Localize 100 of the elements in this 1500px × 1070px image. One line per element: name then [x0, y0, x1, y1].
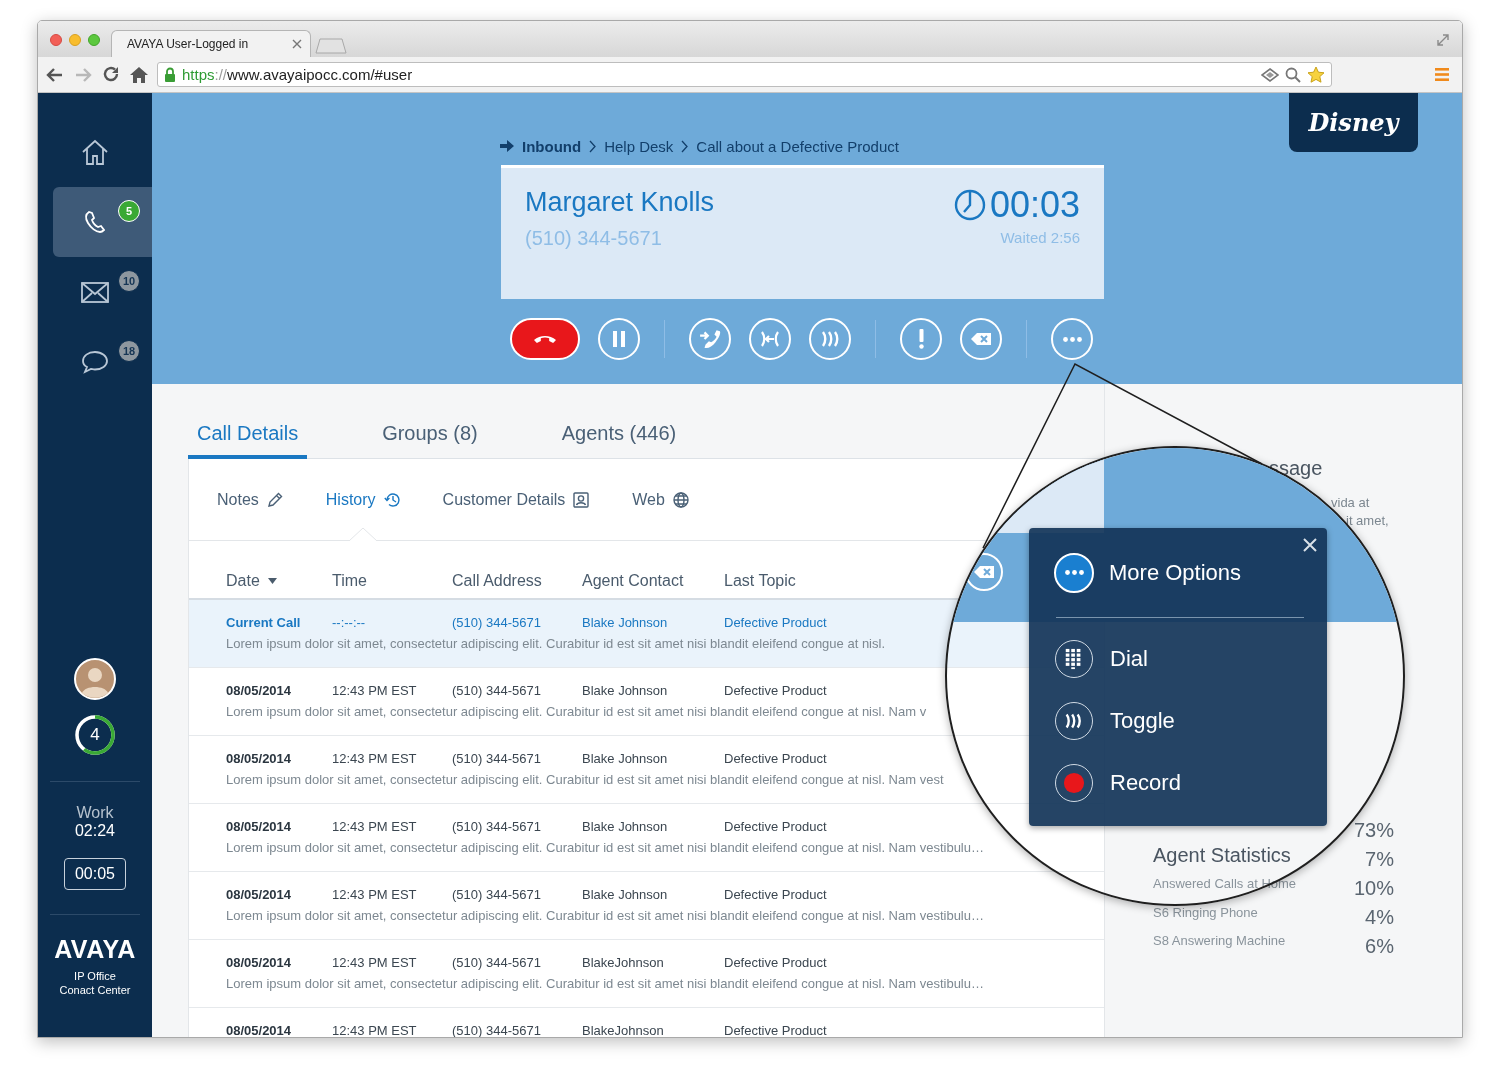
call-note: Lorem ipsum dolor sit amet, consectetur adipiscing elit. Curabitur id est sit amet nisi blandit eleifend congue at nisl. Nam v: [226, 704, 927, 719]
date-cell-text: 08/05/2014: [226, 750, 293, 768]
count-badge: 5: [118, 200, 140, 222]
topic-cell: Defective Product: [724, 614, 827, 632]
column-header[interactable]: Last Topic: [724, 571, 796, 591]
message-text: it amet,: [1346, 512, 1389, 530]
breadcrumb-link[interactable]: Inbound: [522, 137, 582, 155]
stats-title: Agent Statistics: [1153, 843, 1291, 868]
zoom-window-button[interactable]: [88, 34, 100, 46]
nav-item[interactable]: 18: [53, 327, 152, 397]
sub-tab[interactable]: History: [325, 459, 401, 540]
product-name: Conact Center: [59, 983, 131, 997]
status-time: 02:24: [74, 822, 115, 840]
date-cell-text: 08/05/2014: [226, 886, 293, 904]
more-button[interactable]: [1054, 552, 1094, 593]
column-header[interactable]: Time: [332, 571, 452, 591]
breadcrumb-link[interactable]: Call about a Defective Product: [696, 137, 899, 155]
close-icon: [292, 39, 302, 49]
column-header[interactable]: Date: [226, 571, 332, 591]
minimize-window-button[interactable]: [69, 34, 81, 46]
column-header[interactable]: Agent Contact: [582, 571, 724, 591]
history-icon: [382, 490, 401, 509]
stat-label: S8 Answering Machine: [1153, 932, 1286, 950]
call-note: Lorem ipsum dolor sit amet, consectetur adipiscing elit. Curabitur id est sit amet nisi blandit eleifend congue at nisl. Nam vestibulu…: [226, 840, 984, 855]
phone-icon: [534, 334, 556, 344]
queue-count: 4: [90, 725, 100, 745]
globe-icon: [671, 490, 690, 509]
nav-item[interactable]: 10: [53, 257, 152, 327]
toggle-button[interactable]: [809, 318, 851, 360]
topic-cell: Defective Product: [724, 750, 827, 768]
address-field[interactable]: https://www.avayaipocc.com/#user: [157, 62, 1332, 87]
alert-button[interactable]: [900, 318, 942, 360]
sub-tab[interactable]: Web: [632, 459, 690, 540]
call-note: Lorem ipsum dolor sit amet, consectetur adipiscing elit. Curabitur id est sit amet nisi blandit eleifend congue at nisl. Nam vestibulu…: [226, 908, 984, 923]
date-cell-text: 08/05/2014: [226, 818, 293, 836]
address-cell-text: (510) 344-5671: [452, 886, 542, 904]
tab[interactable]: Groups (8): [373, 421, 487, 459]
arrow-icon: [500, 140, 514, 152]
time-cell-text: 12:43 PM EST: [332, 818, 418, 836]
topic-cell: Defective Product: [724, 818, 827, 836]
tag-x-icon: [974, 566, 994, 578]
date-cell-text: Current Call: [226, 614, 302, 632]
stat-label: S6 Ringing Phone: [1153, 903, 1258, 922]
stat-percentage: 73%: [1353, 818, 1394, 843]
close-icon: [1303, 538, 1317, 552]
date-cell-text: 08/05/2014: [226, 1022, 293, 1037]
sub-tab[interactable]: Notes: [217, 459, 284, 540]
browser-tab[interactable]: AVAYA User-Logged in: [111, 30, 311, 57]
time-cell-text: 12:43 PM EST: [332, 750, 418, 768]
topic-cell: Defective Product: [724, 954, 827, 972]
breadcrumb-link[interactable]: Help Desk: [604, 137, 674, 155]
hold-button[interactable]: [598, 318, 640, 360]
call-note: Lorem ipsum dolor sit amet, consectetur adipiscing elit. Curabitur id est sit amet nisi blandit eleifend congue at nisl. Nam vestibulu…: [226, 976, 984, 991]
more-icon: [1062, 336, 1082, 342]
merge-icon: [760, 331, 780, 347]
chevron-icon: [589, 139, 597, 153]
stat-percentage: 7%: [1365, 847, 1394, 872]
topic-cell: Defective Product: [724, 682, 827, 700]
status-label: Work: [76, 804, 114, 822]
conference-button[interactable]: [749, 318, 791, 360]
layers-icon: [1261, 67, 1279, 82]
home-icon: [80, 137, 110, 167]
lock-icon: [164, 67, 176, 82]
hang-up-button[interactable]: [510, 318, 580, 360]
record-icon: [1063, 772, 1085, 794]
tag-x-icon: [971, 333, 991, 345]
sub-tab[interactable]: Customer Details: [442, 459, 591, 540]
waves-icon: [821, 331, 839, 347]
count-badge: 18: [118, 340, 140, 362]
wait-time: Waited 2:56: [1000, 229, 1080, 246]
call-duration: 00:03: [989, 185, 1080, 225]
timer-icon: [953, 189, 986, 221]
tab[interactable]: Agents (446): [552, 421, 686, 459]
agent-cell-text: Blake Johnson: [582, 682, 669, 700]
client-logo-badge: Disney: [1289, 93, 1418, 152]
stat-percentage: 6%: [1365, 934, 1394, 959]
brand-logo: AVAYA: [54, 935, 136, 963]
count-badge: 10: [118, 270, 140, 292]
time-cell-text: 12:43 PM EST: [332, 886, 418, 904]
agent-cell-text: Blake Johnson: [582, 886, 669, 904]
contact-card-icon: [572, 490, 591, 509]
pause-icon: [613, 331, 625, 347]
address-cell-text: (510) 344-5671: [452, 750, 542, 768]
transfer-button[interactable]: [689, 318, 731, 360]
column-header[interactable]: Call Address: [452, 571, 582, 591]
address-cell-text: (510) 344-5671: [452, 614, 542, 632]
agent-cell-text: Blake Johnson: [582, 818, 669, 836]
address-cell-text: (510) 344-5671: [452, 1022, 542, 1037]
topic-cell: Defective Product: [724, 886, 827, 904]
home-icon: [129, 64, 149, 85]
time-cell-text: 12:43 PM EST: [332, 1022, 418, 1037]
close-window-button[interactable]: [50, 34, 62, 46]
star-icon: [1307, 65, 1325, 84]
call-note: Lorem ipsum dolor sit amet, consectetur adipiscing elit. Curabitur id est sit amet nisi blandit eleifend congue at nisl. Nam vest: [226, 772, 944, 787]
stat-percentage: 4%: [1365, 905, 1394, 930]
agent-cell-text: Blake Johnson: [582, 614, 669, 632]
topic-cell: Defective Product: [724, 1022, 827, 1037]
phone-arrow-icon: [699, 328, 721, 350]
avatar: [74, 658, 116, 700]
exit-button[interactable]: [965, 553, 1003, 591]
